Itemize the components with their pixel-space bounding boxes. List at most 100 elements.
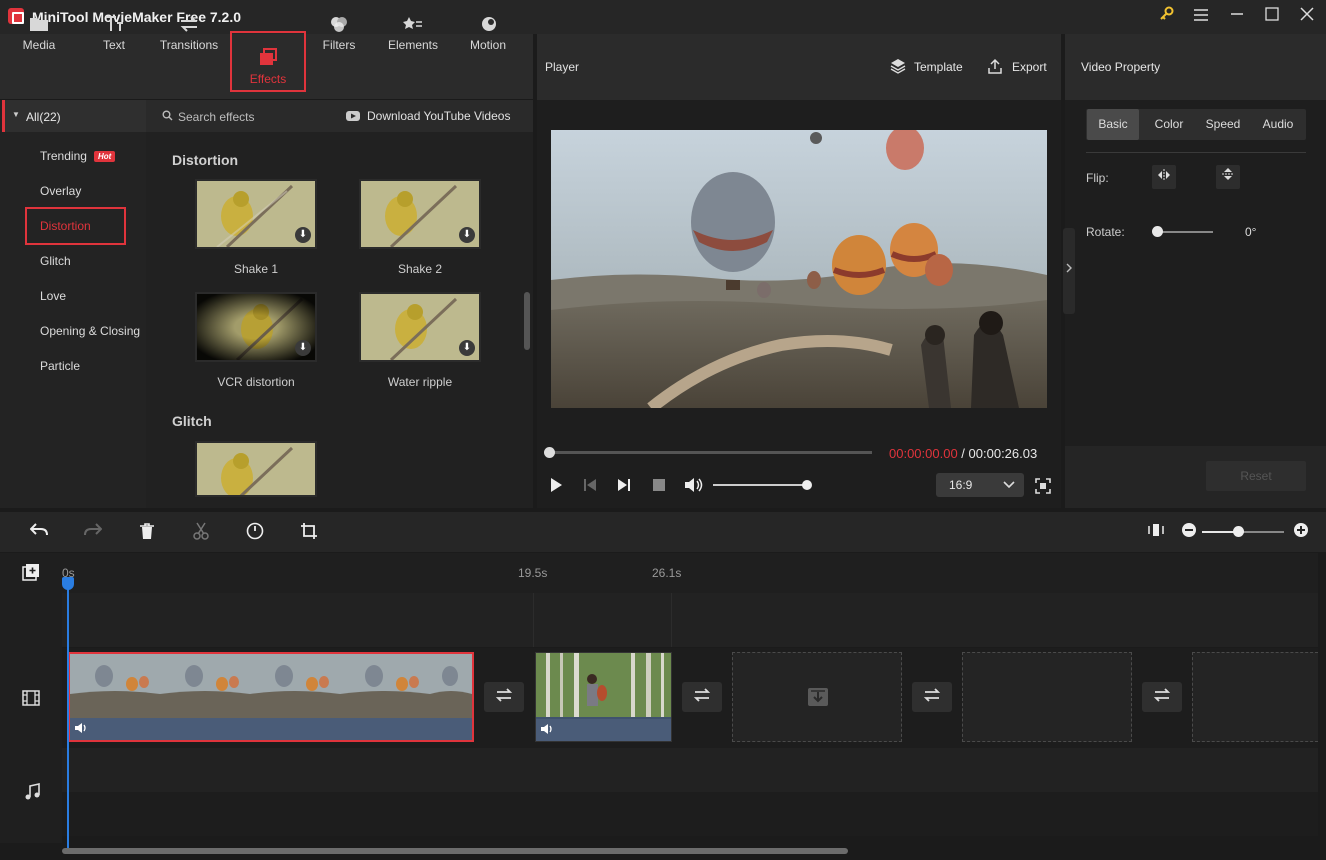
tab-filters[interactable]: Filters <box>312 0 366 64</box>
video-clip-balloons[interactable] <box>68 652 474 742</box>
volume-slider[interactable] <box>713 484 806 486</box>
category-overlay[interactable]: Overlay <box>40 184 81 198</box>
template-button[interactable]: Template <box>914 60 963 74</box>
menu-icon[interactable] <box>1190 6 1212 28</box>
tab-text[interactable]: Text <box>86 0 142 64</box>
track-divider <box>533 593 534 647</box>
download-icon[interactable]: ⬇ <box>459 227 475 243</box>
zoom-out-icon[interactable] <box>1179 522 1199 542</box>
effect-thumb-vcr-distortion[interactable]: ⬇ <box>195 292 317 362</box>
reset-button[interactable]: Reset <box>1206 461 1306 491</box>
tab-effects-label: Effects <box>249 72 287 86</box>
clip-volume-icon[interactable] <box>540 723 554 738</box>
clip-placeholder-3[interactable] <box>1192 652 1318 742</box>
extra-track[interactable] <box>62 792 1318 836</box>
maximize-icon[interactable] <box>1261 6 1283 28</box>
close-icon[interactable] <box>1296 6 1318 28</box>
rotate-value: 0° <box>1245 225 1257 239</box>
swap-icon <box>693 688 711 702</box>
video-preview[interactable] <box>551 130 1047 408</box>
search-input[interactable]: Search effects <box>178 110 255 124</box>
category-trending[interactable]: Trending <box>40 149 87 163</box>
tab-media-label: Media <box>22 38 56 52</box>
split-icon[interactable] <box>191 522 211 542</box>
effect-label-vcr-distortion: VCR distortion <box>217 375 295 389</box>
audio-track[interactable] <box>62 748 1318 792</box>
download-icon[interactable]: ⬇ <box>459 340 475 356</box>
effect-thumb-glitch-1[interactable] <box>195 441 317 497</box>
panel-collapse-handle[interactable] <box>1063 228 1075 314</box>
chevron-down-icon[interactable] <box>1003 479 1015 493</box>
category-opening-closing[interactable]: Opening & Closing <box>40 324 144 338</box>
template-icon[interactable] <box>890 58 906 77</box>
playhead[interactable] <box>62 577 74 590</box>
effects-scrollbar[interactable] <box>524 292 530 350</box>
category-particle[interactable]: Particle <box>40 359 80 373</box>
tab-effects[interactable]: Effects <box>230 31 306 92</box>
minimize-icon[interactable] <box>1226 6 1248 28</box>
export-icon[interactable] <box>987 58 1003 77</box>
flip-horizontal-button[interactable] <box>1152 165 1176 189</box>
ruler-mark-1: 19.5s <box>518 566 548 580</box>
progress-track[interactable] <box>550 451 872 454</box>
effect-label-shake-1: Shake 1 <box>233 262 279 276</box>
effect-thumb-water-ripple[interactable]: ⬇ <box>359 292 481 362</box>
video-track-icon <box>22 690 40 709</box>
redo-icon[interactable] <box>83 522 103 542</box>
category-love[interactable]: Love <box>40 289 66 303</box>
tab-color[interactable]: Color <box>1142 109 1196 140</box>
next-frame-icon[interactable] <box>617 477 631 496</box>
hot-badge: Hot <box>94 151 116 162</box>
effect-thumb-shake-2[interactable]: ⬇ <box>359 179 481 249</box>
transition-slot-2[interactable] <box>682 682 722 712</box>
tab-speed[interactable]: Speed <box>1196 109 1250 140</box>
youtube-download-icon[interactable] <box>346 110 360 124</box>
flip-label: Flip: <box>1086 171 1109 185</box>
export-button[interactable]: Export <box>1012 60 1047 74</box>
transition-slot-1[interactable] <box>484 682 524 712</box>
tab-motion[interactable]: Motion <box>462 0 514 64</box>
tab-audio[interactable]: Audio <box>1250 109 1306 140</box>
effect-label-shake-2: Shake 2 <box>397 262 443 276</box>
video-clip-forest[interactable] <box>535 652 672 742</box>
rotate-slider[interactable] <box>1157 231 1213 233</box>
stop-icon[interactable] <box>652 478 666 495</box>
speed-icon[interactable] <box>245 522 265 542</box>
delete-icon[interactable] <box>137 522 157 542</box>
undo-icon[interactable] <box>29 522 49 542</box>
flip-vertical-button[interactable] <box>1216 165 1240 189</box>
clip-placeholder-2[interactable] <box>962 652 1132 742</box>
download-icon[interactable]: ⬇ <box>295 227 311 243</box>
zoom-knob[interactable] <box>1233 526 1244 537</box>
tab-media[interactable]: Media <box>10 0 68 64</box>
fit-timeline-icon[interactable] <box>1146 522 1166 542</box>
category-glitch[interactable]: Glitch <box>40 254 71 268</box>
volume-icon[interactable] <box>684 477 704 496</box>
volume-knob[interactable] <box>802 480 812 490</box>
effect-thumb-shake-1[interactable]: ⬇ <box>195 179 317 249</box>
download-icon[interactable]: ⬇ <box>295 340 311 356</box>
transition-slot-3[interactable] <box>912 682 952 712</box>
zoom-in-icon[interactable] <box>1291 522 1311 542</box>
tab-basic[interactable]: Basic <box>1087 109 1139 140</box>
tab-transitions[interactable]: Transitions <box>154 0 224 64</box>
crop-icon[interactable] <box>299 522 319 542</box>
play-icon[interactable] <box>549 477 563 496</box>
key-icon[interactable] <box>1156 6 1178 28</box>
rotate-knob[interactable] <box>1152 226 1163 237</box>
caret-down-icon[interactable]: ▼ <box>12 110 20 119</box>
add-track-icon[interactable] <box>22 563 40 584</box>
timeline-scrollbar[interactable] <box>62 848 848 854</box>
fullscreen-icon[interactable] <box>1035 478 1051 497</box>
previous-frame-icon[interactable] <box>583 477 597 496</box>
transition-slot-4[interactable] <box>1142 682 1182 712</box>
clip-placeholder-1[interactable] <box>732 652 902 742</box>
effects-icon <box>260 48 277 65</box>
category-all[interactable] <box>2 100 146 132</box>
progress-knob[interactable] <box>544 447 555 458</box>
clip-volume-icon[interactable] <box>74 722 88 737</box>
category-distortion[interactable]: Distortion <box>40 219 91 233</box>
overlay-track[interactable] <box>62 593 1318 647</box>
download-youtube-link[interactable]: Download YouTube Videos <box>367 109 510 123</box>
tab-elements[interactable]: Elements <box>380 0 446 64</box>
